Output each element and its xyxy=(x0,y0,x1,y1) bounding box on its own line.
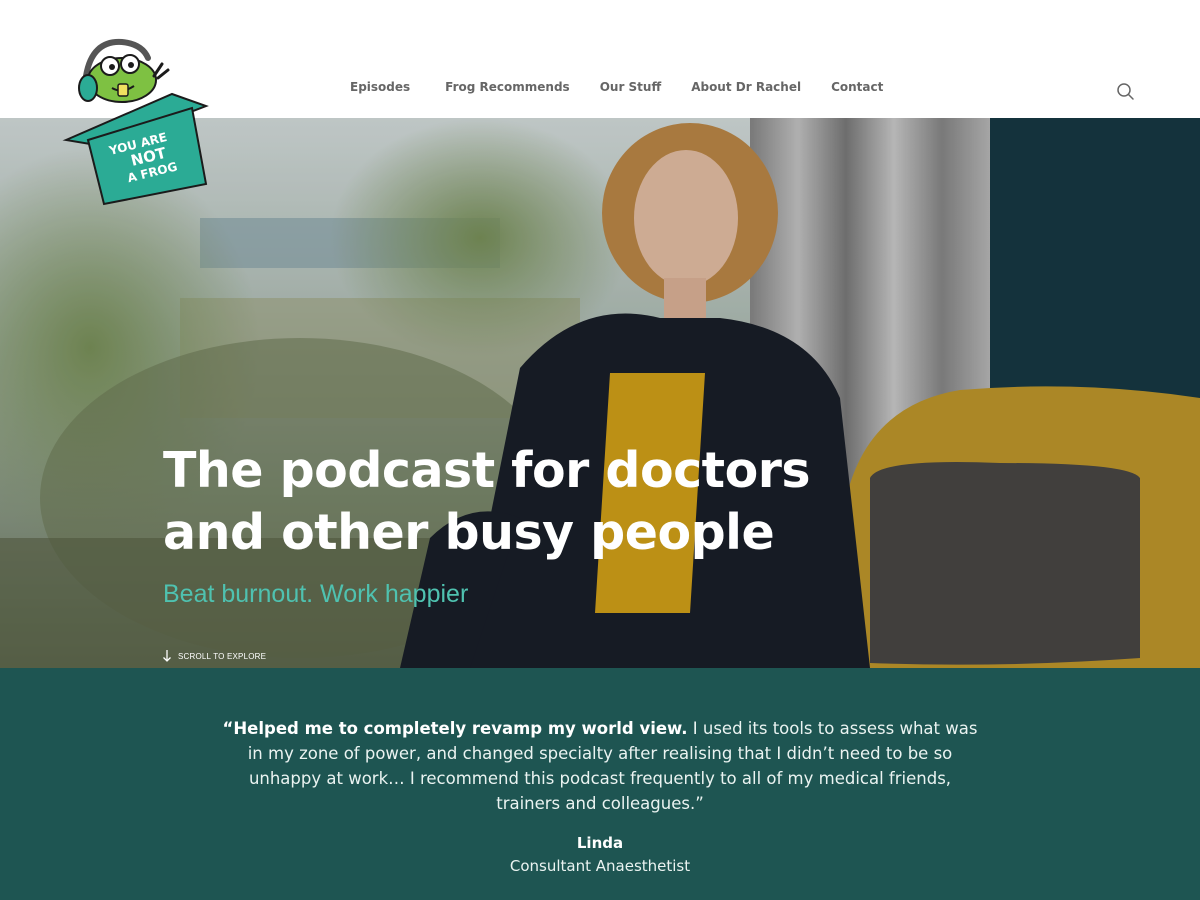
nav-our-stuff[interactable]: Our Stuff xyxy=(600,80,661,94)
hero-subtitle: Beat burnout. Work happier xyxy=(163,580,469,608)
search-icon[interactable] xyxy=(1116,82,1136,102)
nav-episodes[interactable]: Episodes xyxy=(350,80,410,94)
hero-title-line2: and other busy people xyxy=(163,504,775,561)
quote-highlight: “Helped me to completely revamp my world… xyxy=(222,719,688,738)
hero-title: The podcast for doctors and other busy p… xyxy=(163,440,863,564)
testimonial-quote: “Helped me to completely revamp my world… xyxy=(220,716,980,816)
scroll-label: SCROLL TO EXPLORE xyxy=(178,652,267,661)
testimonial-section: “Helped me to completely revamp my world… xyxy=(0,668,1200,900)
site-logo[interactable]: YOU ARE NOT A FROG xyxy=(62,36,212,208)
main-nav: Episodes Frog Recommends Our Stuff About… xyxy=(350,80,913,94)
hero-title-line1: The podcast for doctors xyxy=(163,442,811,499)
nav-about-dr-rachel[interactable]: About Dr Rachel xyxy=(691,80,801,94)
nav-contact[interactable]: Contact xyxy=(831,80,883,94)
scroll-to-explore[interactable]: SCROLL TO EXPLORE xyxy=(162,647,266,666)
arrow-down-icon xyxy=(162,647,172,666)
testimonial-author: Linda xyxy=(576,834,624,852)
nav-frog-recommends[interactable]: Frog Recommends xyxy=(445,80,570,94)
testimonial-role: Consultant Anaesthetist xyxy=(509,857,691,875)
